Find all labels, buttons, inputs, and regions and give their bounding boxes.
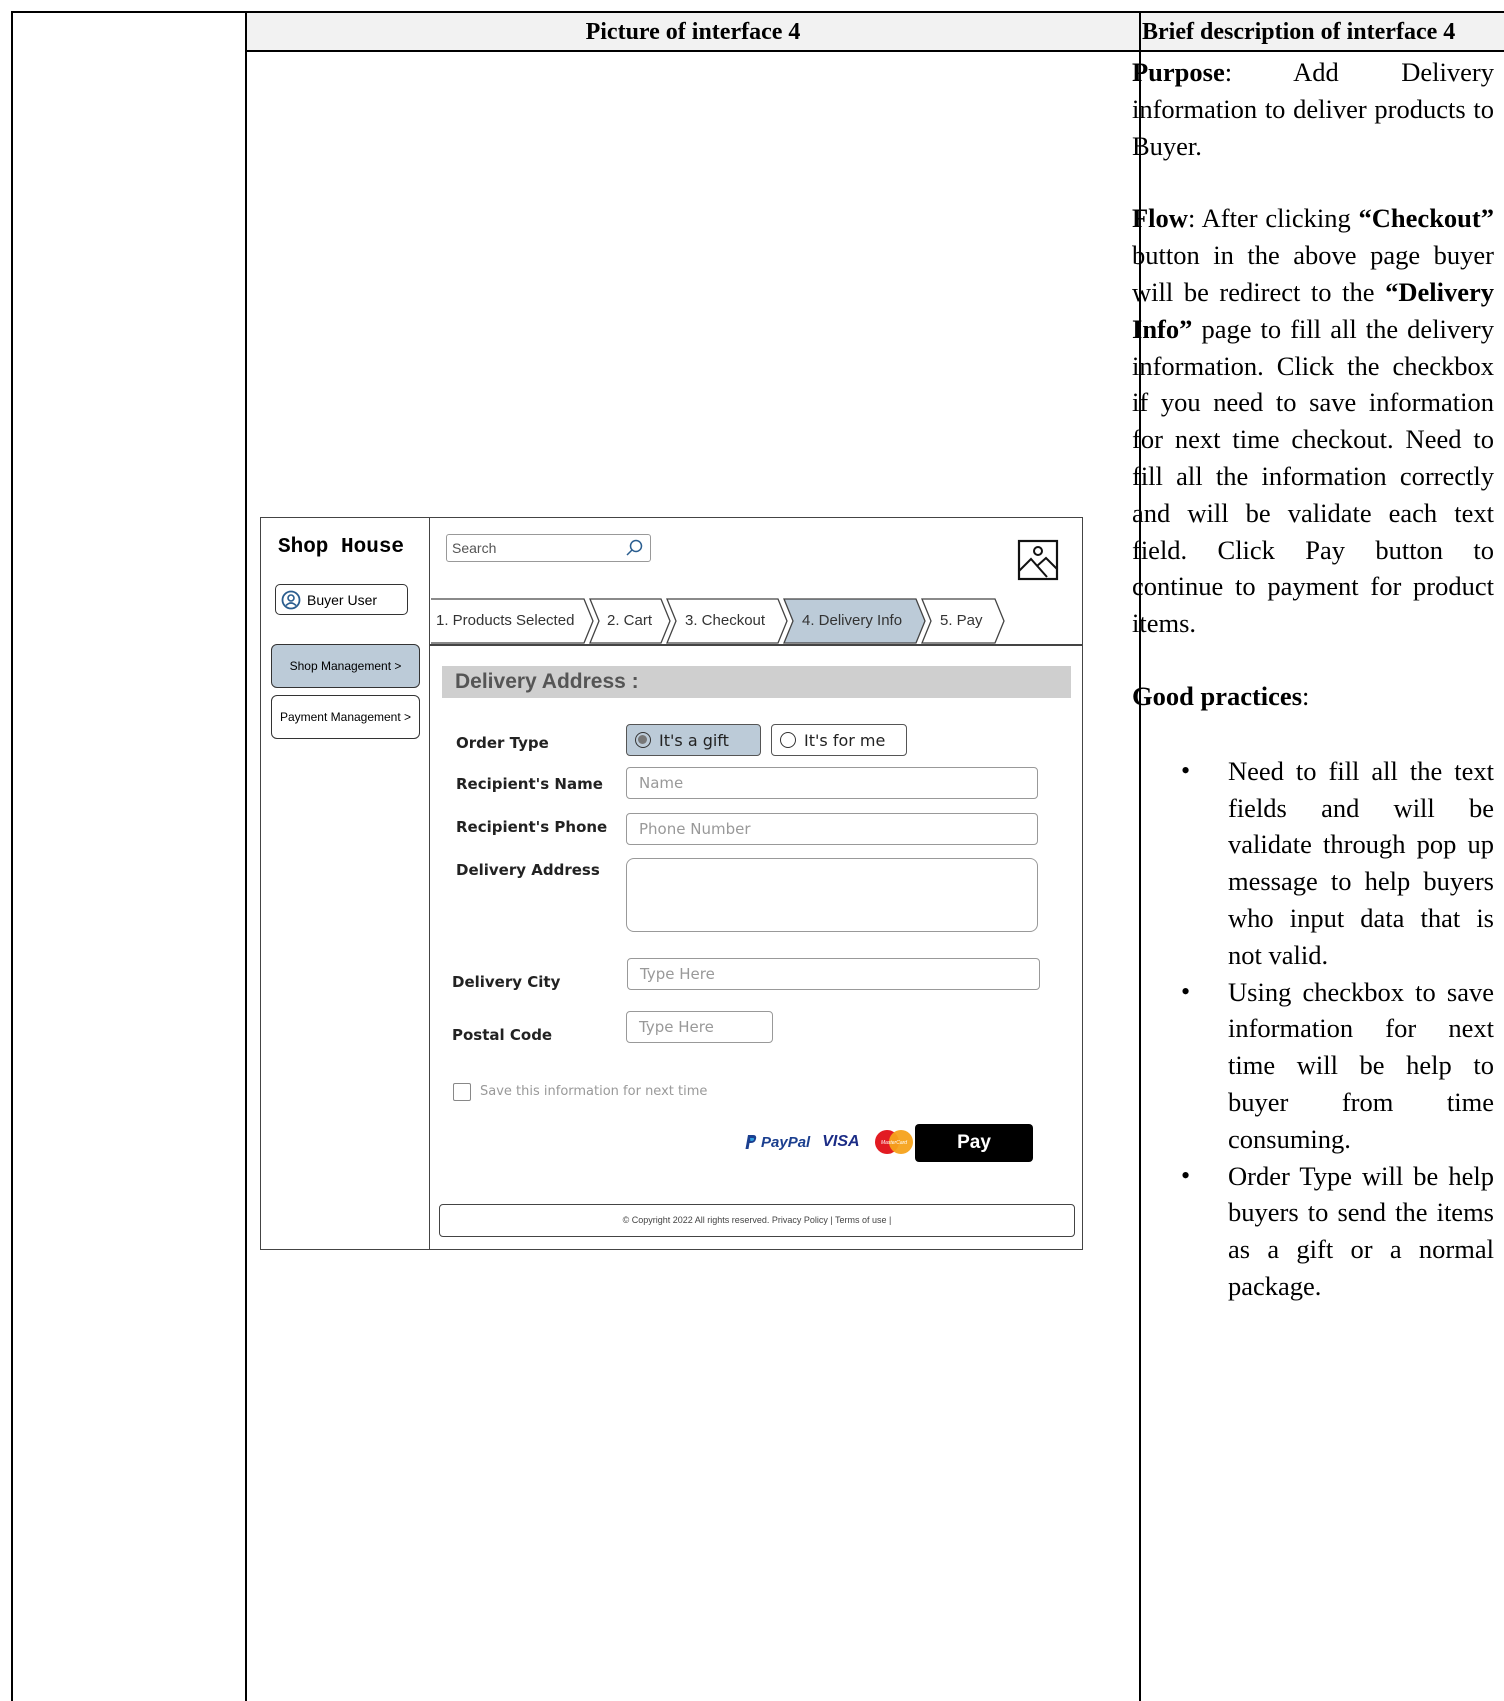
table-header-divider [245, 50, 1504, 52]
description-column: Purpose: Add Delivery information to del… [1132, 54, 1494, 1305]
mockup-main: Search 1. Products Selected 2. Cart 3. C… [430, 518, 1082, 1249]
address-textarea[interactable] [626, 858, 1038, 932]
step-cart[interactable]: 2. Cart [607, 612, 652, 629]
interface-mockup: Shop House Buyer User Shop Management > … [260, 517, 1083, 1250]
for-me-radio[interactable]: It's for me [771, 724, 907, 756]
good-practices-label: Good practices [1132, 680, 1303, 711]
visa-logo: VISA [822, 1133, 860, 1150]
table-border-left [11, 11, 13, 1701]
good-practices-list: Need to fill all the text fields and wil… [1132, 753, 1494, 1305]
payment-logos: PayPal VISA MasterCard [745, 1129, 914, 1155]
paypal-logo: PayPal [745, 1134, 810, 1151]
user-chip[interactable]: Buyer User [275, 584, 408, 615]
step-products-selected[interactable]: 1. Products Selected [436, 612, 574, 629]
sidebar-item-shop-management[interactable]: Shop Management > [271, 644, 420, 688]
save-info-checkbox[interactable] [453, 1083, 471, 1101]
save-info-label: Save this information for next time [480, 1084, 708, 1099]
phone-input[interactable]: Phone Number [626, 813, 1038, 845]
search-icon[interactable] [624, 538, 644, 558]
name-label: Recipient's Name [456, 775, 603, 793]
pay-button[interactable]: Pay [915, 1124, 1033, 1162]
image-placeholder-icon [1017, 539, 1059, 581]
radio-unselected-icon [780, 732, 796, 748]
flow-text-1: : After clicking [1187, 203, 1359, 234]
user-icon [281, 590, 301, 609]
flow-paragraph: Flow: After clicking “Checkout” button i… [1132, 200, 1494, 642]
mastercard-text: MasterCard [881, 1140, 907, 1146]
flow-text-3: page to fill all the delivery informatio… [1132, 313, 1494, 639]
section-title: Delivery Address : [442, 666, 1071, 698]
gift-radio[interactable]: It's a gift [626, 724, 761, 756]
postal-input[interactable]: Type Here [626, 1011, 773, 1043]
list-item: Using checkbox to save information for n… [1181, 974, 1494, 1158]
flow-label: Flow [1132, 203, 1188, 234]
postal-label: Postal Code [452, 1026, 553, 1044]
good-practices-heading: Good practices: [1132, 678, 1494, 715]
purpose-paragraph: Purpose: Add Delivery information to del… [1132, 54, 1494, 164]
table-border-top [11, 11, 1504, 13]
address-label: Delivery Address [456, 861, 600, 879]
step-delivery-info[interactable]: 4. Delivery Info [802, 612, 902, 629]
mockup-sidebar: Shop House Buyer User Shop Management > … [261, 518, 430, 1249]
header-picture: Picture of interface 4 [585, 19, 801, 45]
footer: © Copyright 2022 All rights reserved. Pr… [439, 1204, 1075, 1237]
header-divider [430, 644, 1082, 646]
search-placeholder: Search [452, 540, 497, 556]
table-divider-1 [245, 11, 247, 1701]
paypal-icon [745, 1135, 757, 1149]
app-title: Shop House [278, 536, 405, 559]
city-input[interactable]: Type Here [627, 958, 1040, 990]
list-item: Need to fill all the text fields and wil… [1181, 753, 1494, 974]
gift-option-label: It's a gift [659, 730, 729, 750]
list-item: Order Type will be help buyers to send t… [1181, 1158, 1494, 1305]
phone-label: Recipient's Phone [456, 818, 608, 836]
order-type-label: Order Type [456, 734, 549, 752]
user-label: Buyer User [307, 591, 378, 608]
search-input[interactable]: Search [446, 534, 651, 562]
name-input[interactable]: Name [626, 767, 1038, 799]
purpose-label: Purpose [1132, 57, 1225, 87]
good-practices-colon: : [1302, 680, 1310, 711]
step-checkout[interactable]: 3. Checkout [685, 612, 765, 629]
mastercard-logo: MasterCard [874, 1130, 913, 1154]
flow-bold-checkout: “Checkout” [1358, 203, 1494, 234]
me-option-label: It's for me [804, 730, 886, 750]
paypal-text: PayPal [761, 1133, 811, 1151]
sidebar-item-payment-management[interactable]: Payment Management > [271, 695, 420, 739]
city-label: Delivery City [452, 973, 561, 991]
radio-selected-icon [635, 732, 651, 748]
header-description: Brief description of interface 4 [1142, 19, 1456, 45]
step-pay[interactable]: 5. Pay [940, 612, 983, 629]
